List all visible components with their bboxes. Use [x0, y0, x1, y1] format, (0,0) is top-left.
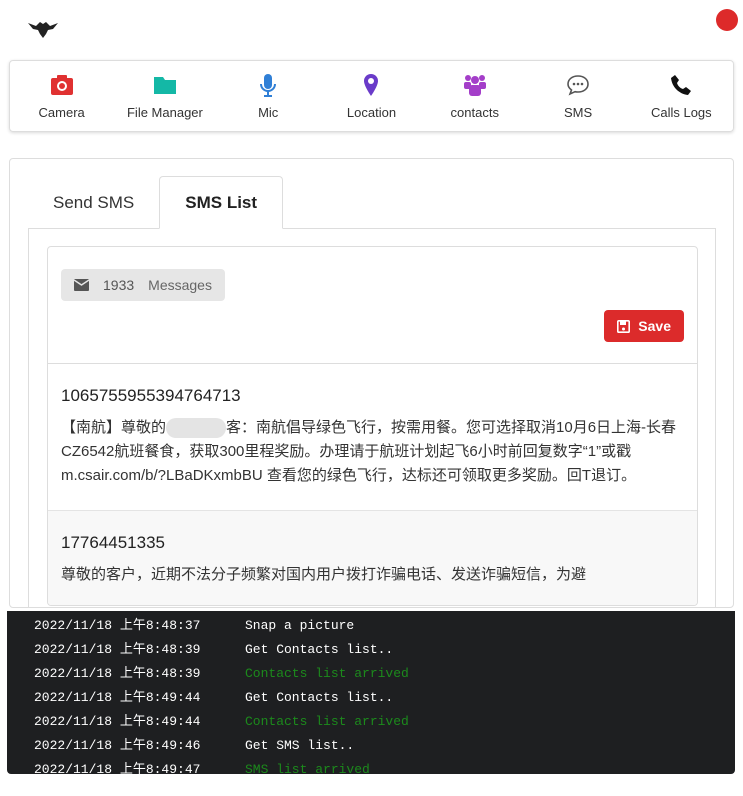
log-time: 2022/11/18 上午8:48:37 — [34, 618, 201, 633]
tool-label: Location — [346, 105, 397, 120]
log-text: SMS list arrived — [245, 762, 370, 774]
camera-icon — [50, 75, 73, 95]
envelope-icon — [74, 279, 89, 291]
log-time: 2022/11/18 上午8:49:47 — [34, 762, 201, 774]
message-sender: 1065755955394764713 — [61, 386, 241, 405]
chat-icon — [567, 75, 589, 96]
log-entry: 2022/11/18 上午8:49:44 Contacts list arrive… — [34, 710, 735, 734]
log-entry: 2022/11/18 上午8:48:39 Get Contacts list.. — [34, 638, 735, 662]
log-text: Get Contacts list.. — [245, 642, 394, 657]
tool-file-manager[interactable]: File Manager — [113, 61, 216, 131]
log-text: Snap a picture — [245, 618, 355, 633]
message-body: 【南航】尊敬的 客：南航倡导绿色飞行，按需用餐。您可选择取消10月6日上海-长春C… — [61, 418, 677, 484]
log-time: 2022/11/18 上午8:48:39 — [34, 666, 201, 681]
log-text: Get SMS list.. — [245, 738, 355, 753]
log-entry: 2022/11/18 上午8:49:47 SMS list arrived — [34, 758, 735, 774]
tool-location[interactable]: Location — [320, 61, 423, 131]
save-button[interactable]: Save — [604, 310, 684, 342]
log-text: Get Contacts list.. — [245, 690, 394, 705]
message-list: 1065755955394764713 【南航】尊敬的 客：南航倡导绿色飞行，按需… — [48, 363, 697, 605]
floppy-icon — [617, 319, 631, 333]
tab-sms-list[interactable]: SMS List — [159, 176, 284, 229]
log-time: 2022/11/18 上午8:49:44 — [34, 714, 201, 729]
status-indicator — [716, 9, 738, 31]
sms-panel: Send SMS SMS List 1933 Messages Save 106… — [9, 158, 734, 608]
tool-camera[interactable]: Camera — [10, 61, 113, 131]
log-entry: 2022/11/18 上午8:48:37 Snap a picture — [34, 614, 735, 638]
sms-list-card: 1933 Messages Save 1065755955394764713 【… — [47, 246, 698, 606]
mic-icon — [260, 74, 277, 97]
tool-sms[interactable]: SMS — [526, 61, 629, 131]
tool-contacts[interactable]: contacts — [423, 61, 526, 131]
console-log: 2022/11/18 上午8:48:37 Snap a picture 2022/1… — [7, 611, 735, 774]
map-pin-icon — [364, 74, 379, 96]
tool-label: SMS — [563, 105, 593, 120]
log-text: Contacts list arrived — [245, 666, 409, 681]
feature-toolbar: Camera File Manager Mic Location contact… — [9, 60, 734, 132]
sms-list-tab-content: 1933 Messages Save 1065755955394764713 【… — [28, 228, 716, 608]
message-item[interactable]: 17764451335 尊敬的客户，近期不法分子频繁对国内用户拨打诈骗电话、发送… — [48, 511, 697, 605]
message-body: 尊敬的客户，近期不法分子频繁对国内用户拨打诈骗电话、发送诈骗短信，为避 — [61, 566, 587, 583]
log-time: 2022/11/18 上午8:49:44 — [34, 690, 201, 705]
log-time: 2022/11/18 上午8:48:39 — [34, 642, 201, 657]
tool-label: Calls Logs — [650, 105, 712, 120]
log-entry: 2022/11/18 上午8:49:44 Get Contacts list.. — [34, 686, 735, 710]
log-entry: 2022/11/18 上午8:49:46 Get SMS list.. — [34, 734, 735, 758]
users-icon — [463, 75, 486, 96]
log-time: 2022/11/18 上午8:49:46 — [34, 738, 201, 753]
log-text: Contacts list arrived — [245, 714, 409, 729]
redaction-blur — [166, 418, 227, 439]
message-sender: 17764451335 — [61, 533, 166, 552]
tool-label: Mic — [258, 105, 279, 120]
tab-send-sms[interactable]: Send SMS — [28, 176, 159, 229]
log-entry: 2022/11/18 上午8:48:39 Contacts list arrive… — [34, 662, 735, 686]
message-count: 1933 — [103, 277, 135, 293]
folder-icon — [153, 77, 176, 94]
tool-label: contacts — [450, 105, 499, 120]
save-label: Save — [638, 318, 671, 334]
message-count-label: Messages — [148, 277, 212, 293]
tool-label: File Manager — [126, 105, 203, 120]
logo-eagle-icon — [26, 20, 60, 45]
phone-icon — [671, 75, 692, 95]
tool-mic[interactable]: Mic — [217, 61, 320, 131]
message-count-badge: 1933 Messages — [61, 269, 225, 301]
tool-label: Camera — [38, 105, 85, 120]
message-item[interactable]: 1065755955394764713 【南航】尊敬的 客：南航倡导绿色飞行，按需… — [48, 364, 697, 511]
tool-calls-logs[interactable]: Calls Logs — [630, 61, 733, 131]
